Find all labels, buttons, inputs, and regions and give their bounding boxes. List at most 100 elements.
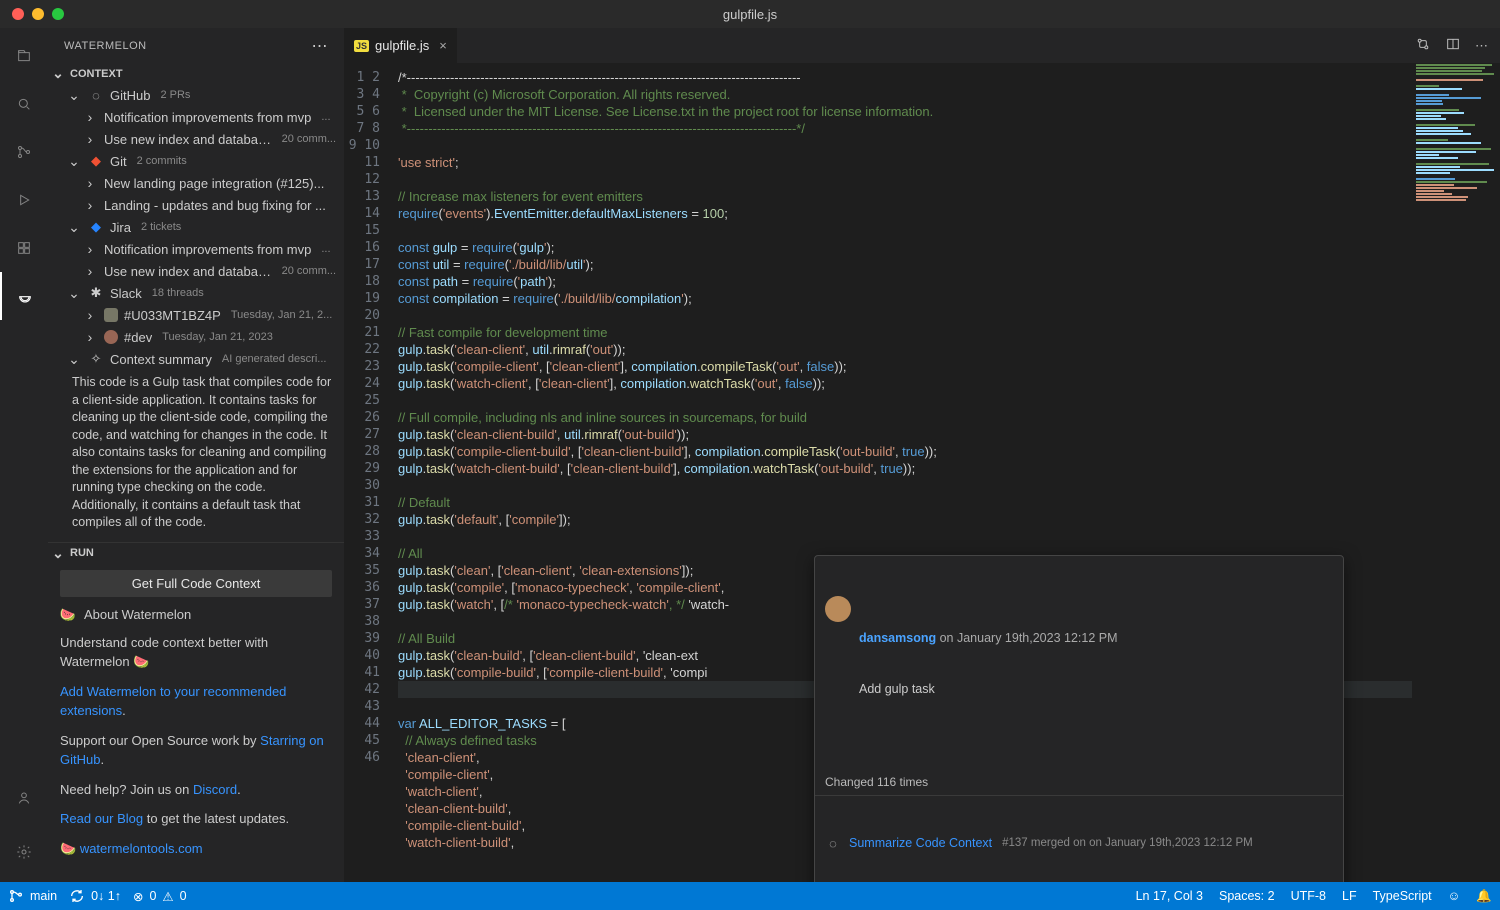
- chevron-down-icon: ⌄: [66, 153, 82, 170]
- context-summary-row[interactable]: ⌄ ✧ Context summary AI generated descri.…: [48, 348, 344, 370]
- meta: 2 PRs: [160, 89, 190, 101]
- notifications-icon[interactable]: 🔔: [1476, 889, 1492, 904]
- source-control-icon[interactable]: [0, 128, 48, 176]
- maximize-window-icon[interactable]: [52, 8, 64, 20]
- extensions-icon[interactable]: [0, 224, 48, 272]
- settings-gear-icon[interactable]: [0, 828, 48, 876]
- warning-icon: ⚠: [162, 889, 173, 904]
- about-desc: Understand code context better with Wate…: [60, 633, 332, 672]
- window-title: gulpfile.js: [723, 7, 777, 22]
- github-item-0[interactable]: ›Notification improvements from mvp...: [48, 106, 344, 128]
- github-icon: ◌: [88, 87, 104, 103]
- window-titlebar: gulpfile.js: [0, 0, 1500, 28]
- accounts-icon[interactable]: [0, 774, 48, 822]
- about-watermelon: 🍉 About Watermelon: [60, 607, 332, 623]
- status-language[interactable]: TypeScript: [1373, 889, 1432, 903]
- chevron-right-icon: ›: [82, 109, 98, 125]
- minimize-window-icon[interactable]: [32, 8, 44, 20]
- sidebar-title: WATERMELON ⋯: [48, 28, 344, 63]
- avatar-icon: [825, 596, 851, 622]
- more-icon[interactable]: ⋯: [312, 36, 329, 56]
- editor-area: JS gulpfile.js × ⋯ 1 2 3 4 5 6 7 8 9 10 …: [344, 28, 1500, 882]
- minimap[interactable]: [1412, 63, 1500, 882]
- status-sync[interactable]: 0↓ 1↑: [69, 888, 121, 904]
- error-icon: ⊗: [133, 889, 143, 904]
- section-context[interactable]: ⌄ CONTEXT: [48, 63, 344, 84]
- discord-link[interactable]: Discord: [193, 782, 237, 797]
- more-actions-icon[interactable]: ⋯: [1475, 38, 1488, 54]
- jira-item-0[interactable]: ›Notification improvements from mvp...: [48, 238, 344, 260]
- chevron-right-icon: ›: [82, 307, 98, 323]
- watermelon-icon[interactable]: [0, 272, 48, 320]
- context-summary-body: This code is a Gulp task that compiles c…: [48, 370, 344, 542]
- code-area[interactable]: /*--------------------------------------…: [398, 63, 1412, 882]
- watermelon-emoji-icon: 🍉: [60, 607, 76, 623]
- line-number-gutter: 1 2 3 4 5 6 7 8 9 10 11 12 13 14 15 16 1…: [344, 63, 398, 882]
- git-item-1[interactable]: ›Landing - updates and bug fixing for ..…: [48, 194, 344, 216]
- hover-changed: Changed 116 times: [815, 770, 1343, 796]
- close-window-icon[interactable]: [12, 8, 24, 20]
- tab-label: gulpfile.js: [375, 38, 429, 53]
- chevron-right-icon: ›: [82, 263, 98, 279]
- avatar-icon: [104, 308, 118, 322]
- chevron-down-icon: ⌄: [66, 351, 82, 368]
- tab-bar: JS gulpfile.js × ⋯: [344, 28, 1500, 63]
- status-bar: main 0↓ 1↑ ⊗0⚠0 Ln 17, Col 3 Spaces: 2 U…: [0, 882, 1500, 910]
- hover-author[interactable]: dansamsong: [859, 631, 936, 645]
- status-encoding[interactable]: UTF-8: [1291, 889, 1326, 903]
- section-label: RUN: [70, 547, 94, 559]
- status-eol[interactable]: LF: [1342, 889, 1357, 903]
- chevron-down-icon: ⌄: [66, 219, 82, 236]
- status-problems[interactable]: ⊗0⚠0: [133, 889, 187, 904]
- chevron-right-icon: ›: [82, 329, 98, 345]
- slack-icon: ✱: [88, 285, 104, 301]
- run-debug-icon[interactable]: [0, 176, 48, 224]
- slack-item-1[interactable]: ›#devTuesday, Jan 21, 2023: [48, 326, 344, 348]
- sparkle-icon: ✧: [88, 351, 104, 367]
- status-spaces[interactable]: Spaces: 2: [1219, 889, 1275, 903]
- website-link[interactable]: watermelontools.com: [80, 841, 203, 856]
- chevron-down-icon: ⌄: [66, 285, 82, 302]
- git-icon: ◆: [88, 153, 104, 169]
- slack-item-0[interactable]: ›#U033MT1BZ4PTuesday, Jan 21, 2...: [48, 304, 344, 326]
- activity-bar: [0, 28, 48, 882]
- sidebar-title-text: WATERMELON: [64, 40, 147, 52]
- hover-message: Add gulp task: [859, 681, 1333, 698]
- section-label: CONTEXT: [70, 68, 123, 80]
- jira-icon: ◆: [88, 219, 104, 235]
- blog-link[interactable]: Read our Blog: [60, 811, 143, 826]
- rec-extensions-link[interactable]: Add Watermelon to your recommended exten…: [60, 682, 332, 721]
- github-icon: ◌: [825, 836, 841, 852]
- hover-row-github[interactable]: ◌Summarize Code Context#137 merged on on…: [815, 830, 1343, 857]
- context-git[interactable]: ⌄ ◆ Git 2 commits: [48, 150, 344, 172]
- hover-date: on January 19th,2023 12:12 PM: [940, 631, 1118, 645]
- js-file-icon: JS: [354, 40, 369, 52]
- jira-item-1[interactable]: ›Use new index and database20 comm...: [48, 260, 344, 282]
- avatar-icon: [104, 330, 118, 344]
- feedback-icon[interactable]: ☺: [1448, 889, 1461, 903]
- context-slack[interactable]: ⌄ ✱ Slack 18 threads: [48, 282, 344, 304]
- search-icon[interactable]: [0, 80, 48, 128]
- chevron-down-icon: ⌄: [66, 87, 82, 104]
- blame-hover-card: dansamsong on January 19th,2023 12:12 PM…: [814, 555, 1344, 882]
- status-branch[interactable]: main: [8, 888, 57, 904]
- git-item-0[interactable]: ›New landing page integration (#125)...: [48, 172, 344, 194]
- close-icon[interactable]: ×: [439, 38, 447, 53]
- explorer-icon[interactable]: [0, 32, 48, 80]
- chevron-right-icon: ›: [82, 131, 98, 147]
- label: GitHub: [110, 88, 150, 103]
- compare-changes-icon[interactable]: [1415, 36, 1431, 55]
- chevron-right-icon: ›: [82, 241, 98, 257]
- status-cursor[interactable]: Ln 17, Col 3: [1136, 889, 1203, 903]
- chevron-right-icon: ›: [82, 175, 98, 191]
- section-run[interactable]: ⌄ RUN: [48, 543, 344, 564]
- github-item-1[interactable]: ›Use new index and database20 comm...: [48, 128, 344, 150]
- get-full-context-button[interactable]: Get Full Code Context: [60, 570, 332, 597]
- tab-gulpfile[interactable]: JS gulpfile.js ×: [344, 28, 458, 63]
- chevron-right-icon: ›: [82, 197, 98, 213]
- context-github[interactable]: ⌄ ◌ GitHub 2 PRs: [48, 84, 344, 106]
- chevron-down-icon: ⌄: [50, 65, 66, 82]
- context-jira[interactable]: ⌄ ◆ Jira 2 tickets: [48, 216, 344, 238]
- split-editor-icon[interactable]: [1445, 36, 1461, 55]
- watermelon-sidebar: WATERMELON ⋯ ⌄ CONTEXT ⌄ ◌ GitHub 2 PRs …: [48, 28, 344, 882]
